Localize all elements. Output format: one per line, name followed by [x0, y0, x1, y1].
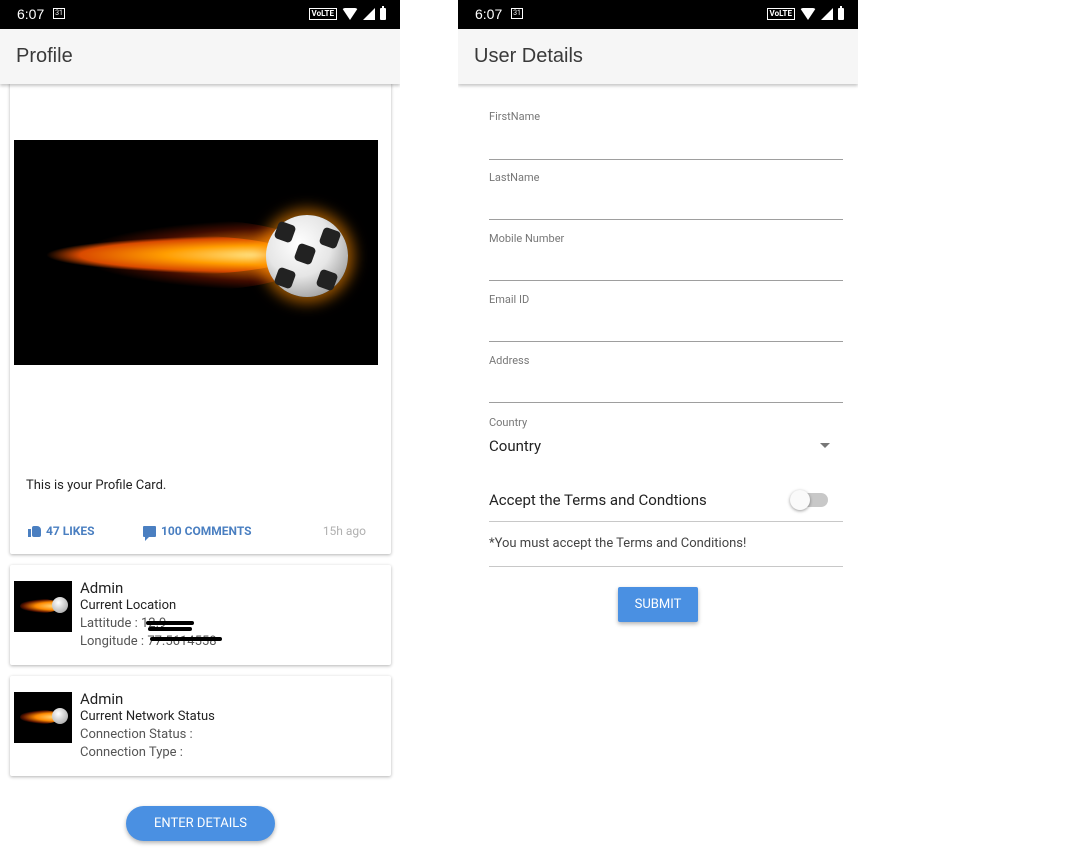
divider: [489, 566, 843, 567]
ball-patch: [315, 268, 339, 292]
connection-status-label: Connection Status :: [80, 727, 193, 742]
network-details: Admin Current Network Status Connection …: [80, 690, 215, 762]
mobile-number-label: Mobile Number: [489, 232, 565, 245]
wifi-icon: [342, 8, 358, 20]
page-title: Profile: [16, 45, 73, 67]
redaction-mark: [148, 627, 192, 631]
last-name-label: LastName: [489, 171, 540, 184]
status-time: 6:07: [17, 6, 45, 22]
longitude-row: Longitude : 77.5614558: [80, 633, 217, 651]
fireball-image: [14, 140, 378, 365]
user-name: Admin: [80, 579, 124, 597]
email-label: Email ID: [489, 293, 530, 306]
redaction-mark: [150, 637, 222, 641]
last-name-field[interactable]: LastName: [489, 171, 843, 220]
likes-label: 47 LIKES: [46, 524, 95, 538]
network-card: Admin Current Network Status Connection …: [10, 676, 391, 776]
ball-patch: [318, 226, 342, 250]
thumb-up-icon: [28, 525, 41, 537]
ball-patch: [273, 220, 297, 244]
card-description: This is your Profile Card.: [26, 478, 167, 493]
status-time: 6:07: [475, 6, 503, 22]
terms-label: Accept the Terms and Condtions: [489, 491, 707, 509]
toggle-knob: [790, 490, 810, 510]
battery-icon: [838, 6, 844, 20]
likes-button[interactable]: 47 LIKES: [28, 524, 95, 538]
redaction-mark: [146, 621, 194, 625]
divider: [489, 521, 843, 522]
timestamp: 15h ago: [322, 524, 366, 538]
status-icons: VoLTE: [308, 6, 386, 20]
terms-warning: *You must accept the Terms and Condition…: [489, 536, 747, 551]
submit-button[interactable]: SUBMIT: [618, 587, 698, 622]
user-name: Admin: [80, 690, 124, 708]
card-actions: 47 LIKES 100 COMMENTS 15h ago: [26, 524, 366, 541]
address-label: Address: [489, 354, 530, 367]
location-card: Admin Current Location Lattitude : 12.9 …: [10, 565, 391, 665]
app-bar: Profile: [0, 29, 400, 84]
mobile-number-field[interactable]: Mobile Number: [489, 232, 843, 281]
avatar: [14, 692, 72, 743]
address-field[interactable]: Address: [489, 354, 843, 403]
signal-icon: [821, 8, 833, 20]
dropdown-arrow-icon[interactable]: [820, 443, 830, 448]
page-title: User Details: [474, 45, 583, 67]
battery-icon: [380, 6, 386, 20]
comments-label: 100 COMMENTS: [161, 524, 252, 538]
longitude-label: Longitude :: [80, 634, 145, 649]
email-field[interactable]: Email ID: [489, 293, 843, 342]
location-heading: Current Location: [80, 598, 177, 613]
ball-patch: [293, 242, 317, 266]
comments-button[interactable]: 100 COMMENTS: [143, 524, 252, 541]
profile-card: This is your Profile Card. 47 LIKES 100 …: [10, 80, 391, 554]
fireball-graphic: [44, 200, 348, 310]
volte-icon: VoLTE: [766, 8, 795, 20]
network-heading: Current Network Status: [80, 709, 215, 724]
latitude-label: Lattitude :: [80, 616, 138, 631]
status-icons: VoLTE: [766, 6, 844, 20]
wifi-icon: [800, 8, 816, 20]
calendar-icon: 31: [53, 8, 65, 19]
status-bar: 6:07 31 VoLTE: [0, 0, 400, 29]
flame-streak: [44, 235, 294, 275]
first-name-label: FirstName: [489, 110, 541, 123]
calendar-icon: 31: [511, 8, 523, 19]
country-select[interactable]: Country: [489, 437, 541, 455]
terms-toggle[interactable]: [790, 490, 828, 510]
avatar: [14, 581, 72, 632]
country-label: Country: [489, 416, 528, 429]
comment-icon: [143, 525, 156, 541]
connection-type-label: Connection Type :: [80, 745, 183, 760]
soccer-ball: [266, 215, 348, 297]
profile-screen: 6:07 31 VoLTE Profile This is your Profi…: [0, 0, 400, 866]
status-bar: 6:07 31 VoLTE: [458, 0, 858, 29]
ball-patch: [273, 266, 297, 290]
first-name-field[interactable]: FirstName: [489, 110, 843, 160]
app-bar: User Details: [458, 29, 858, 84]
user-details-screen: 6:07 31 VoLTE User Details FirstName Las…: [458, 0, 858, 866]
signal-icon: [363, 8, 375, 20]
volte-icon: VoLTE: [308, 8, 337, 20]
enter-details-button[interactable]: ENTER DETAILS: [126, 806, 275, 841]
